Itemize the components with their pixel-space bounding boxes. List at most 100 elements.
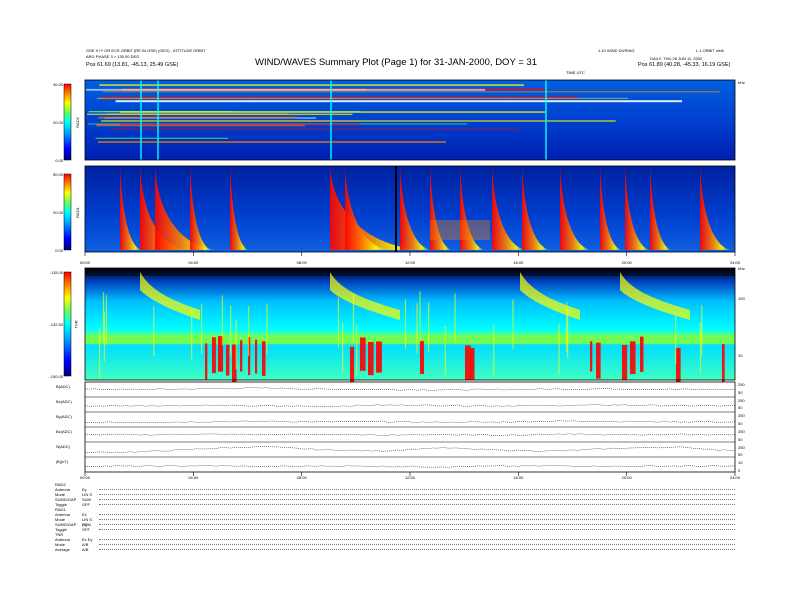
rad2-streak: [119, 123, 360, 126]
rad2-burst-column: [545, 80, 547, 160]
tnr-y-tick: -150.00: [49, 374, 63, 379]
rad1-axis-label: RAD1: [74, 207, 80, 218]
trace-right-tick: 0: [738, 468, 741, 473]
trace-right-tick: 50: [738, 452, 743, 458]
tnr-spike: [221, 295, 224, 346]
tnr-spike: [404, 299, 407, 350]
tnr-colorbar: [63, 271, 72, 377]
x-tick-label: 24:00: [730, 260, 741, 265]
trace-right-tick: 250: [738, 397, 745, 403]
rad2-streak: [101, 120, 616, 122]
tnr-red-column: [676, 347, 681, 387]
tnr-red-column: [212, 337, 216, 374]
traces-panel: [84, 381, 736, 473]
rad1-y-tick: 20.00: [52, 210, 63, 215]
tnr-right-tick: 100: [738, 296, 745, 301]
x-tick-label: 00:00: [80, 475, 91, 480]
settings-dotted-line: [99, 524, 735, 525]
tnr-spike: [512, 299, 514, 350]
trace-label: N(ADC): [56, 444, 70, 449]
tnr-spike: [558, 324, 560, 375]
x-tick-label: 24:00: [730, 475, 741, 480]
x-tick-label: 12:00: [405, 260, 416, 265]
trace-label: Bz(ADC): [56, 429, 72, 434]
tnr-spike: [454, 293, 456, 344]
tnr-right-tick: 10: [738, 353, 743, 358]
tnr-spike: [342, 323, 344, 374]
tnr-panel: [63, 267, 736, 387]
rad2-panel: [63, 79, 736, 161]
rad2-y-tick: 0.00: [55, 158, 63, 163]
rad2-y-tick: 20.00: [52, 120, 63, 125]
tnr-spike: [356, 325, 358, 376]
tnr-axis-label: TNR: [73, 320, 79, 329]
trace-right-tick: 50: [738, 436, 743, 442]
settings-row: Average A/B: [55, 547, 735, 552]
settings-dotted-line: [99, 494, 735, 495]
trace-right-tick: 50: [738, 389, 743, 395]
trace-right-tick: 50: [738, 421, 743, 427]
settings-dotted-line: [99, 519, 735, 520]
rad2-burst-column: [330, 80, 332, 160]
settings-dotted-line: [99, 504, 735, 505]
tnr-spike: [444, 326, 446, 377]
trace-label: By(ADC): [56, 414, 72, 419]
tnr-spike: [337, 297, 340, 348]
trace-right-tick: 50: [738, 405, 743, 411]
tnr-red-column: [470, 347, 475, 380]
rad1-data-gap: [395, 166, 397, 252]
tnr-spike: [153, 306, 155, 357]
tnr-spike: [105, 295, 107, 346]
rad1-y-tick: 50.00: [52, 172, 63, 177]
tnr-red-column: [596, 342, 601, 379]
x-tick-label: 00:00: [80, 260, 91, 265]
tnr-red-column: [622, 345, 628, 380]
trace-right-tick: 250: [738, 382, 745, 387]
tnr-red-column: [240, 340, 243, 372]
tnr-spike: [352, 293, 355, 344]
settings-dotted-line: [99, 539, 735, 540]
settings-dotted-line: [99, 499, 735, 500]
tnr-red-column: [360, 337, 366, 371]
x-tick-label: 04:00: [188, 260, 199, 265]
rad2-streak: [99, 84, 524, 86]
x-tick-label: 20:00: [621, 260, 632, 265]
tnr-spike: [567, 308, 569, 359]
settings-dotted-line: [99, 529, 735, 530]
rad1-panel: [63, 165, 736, 253]
tnr-spike: [699, 322, 702, 373]
rad2-streak: [97, 141, 446, 143]
x-tick-label: 20:00: [621, 475, 632, 480]
tnr-y-tick: -132.50: [49, 322, 63, 327]
tnr-red-column: [262, 341, 266, 376]
tnr-spike: [230, 305, 232, 356]
settings-dotted-line: [99, 544, 735, 545]
tnr-spike: [247, 306, 250, 357]
tnr-red-column: [465, 345, 471, 380]
rad2-streak: [96, 97, 628, 99]
rad2-streak: [110, 128, 519, 130]
rad1-patch: [430, 220, 490, 240]
x-tick-label: 04:00: [188, 475, 199, 480]
settings-dotted-line: [99, 514, 735, 515]
tnr-red-column: [255, 339, 258, 374]
tnr-spike: [416, 303, 418, 354]
trace-label: Bx(ADC): [56, 399, 72, 404]
x-tick-label: 16:00: [513, 475, 524, 480]
rad2-streak: [87, 113, 353, 116]
trace-right-tick: 10: [738, 460, 743, 466]
trace-right-tick: 250: [738, 444, 745, 450]
rad2-axis-label: RAD2: [74, 117, 80, 128]
rad2-burst-column: [140, 80, 142, 160]
tnr-spike: [419, 291, 421, 342]
rad2-streak: [95, 137, 229, 139]
tnr-spike: [565, 302, 568, 353]
trace-right-tick: 250: [738, 428, 745, 434]
tnr-spike: [103, 311, 106, 362]
trace-right-tick: 250: [738, 413, 745, 419]
trace-label: B(ADC): [56, 384, 70, 389]
tnr-red-column: [226, 344, 230, 376]
rad2-streak: [102, 91, 720, 93]
settings-dotted-line: [99, 549, 735, 550]
tnr-red-column: [205, 343, 208, 380]
